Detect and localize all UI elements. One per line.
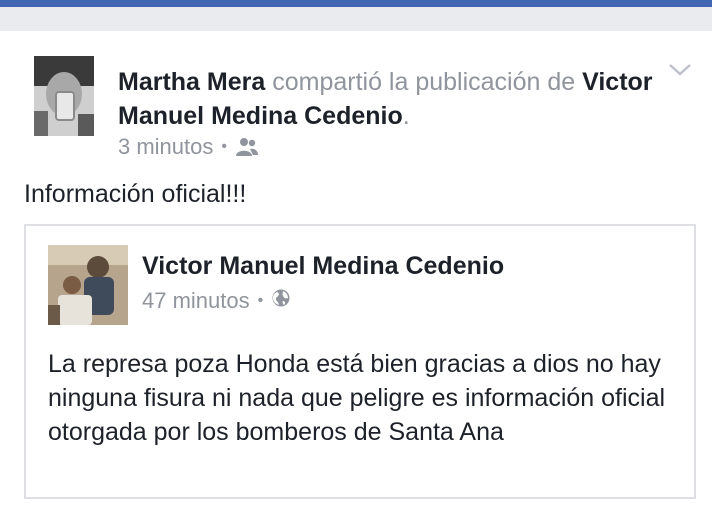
- share-action-text: compartió la publicación de: [272, 68, 576, 96]
- shared-author-avatar[interactable]: [48, 245, 128, 325]
- post-timestamp[interactable]: 3 minutos: [118, 134, 213, 160]
- shared-post-card[interactable]: Victor Manuel Medina Cedenio 47 minutos …: [24, 224, 696, 499]
- feed-background-strip: [0, 7, 712, 31]
- shared-author-avatar-photo: [48, 245, 128, 325]
- feed-post: Martha Mera compartió la publicación de …: [0, 31, 712, 526]
- post-options-chevron-icon[interactable]: [667, 61, 693, 79]
- author-avatar-photo: [34, 56, 94, 136]
- shared-post-meta: 47 minutos •: [142, 286, 291, 316]
- post-meta: 3 minutos •: [118, 133, 259, 161]
- post-text: Información oficial!!!: [24, 180, 247, 208]
- shared-author-name[interactable]: Victor Manuel Medina Cedenio: [142, 252, 504, 281]
- post-header: Martha Mera compartió la publicación de …: [118, 65, 658, 133]
- top-nav-bar: [0, 0, 712, 7]
- globe-icon[interactable]: [271, 288, 291, 314]
- author-avatar[interactable]: [34, 56, 94, 136]
- shared-meta-separator: •: [257, 292, 264, 309]
- friends-icon[interactable]: [235, 137, 259, 157]
- shared-post-timestamp[interactable]: 47 minutos: [142, 288, 250, 314]
- meta-separator: •: [221, 138, 227, 155]
- author-name[interactable]: Martha Mera: [118, 68, 265, 96]
- shared-post-text: La represa poza Honda está bien gracias …: [48, 350, 666, 446]
- header-period: .: [402, 102, 410, 130]
